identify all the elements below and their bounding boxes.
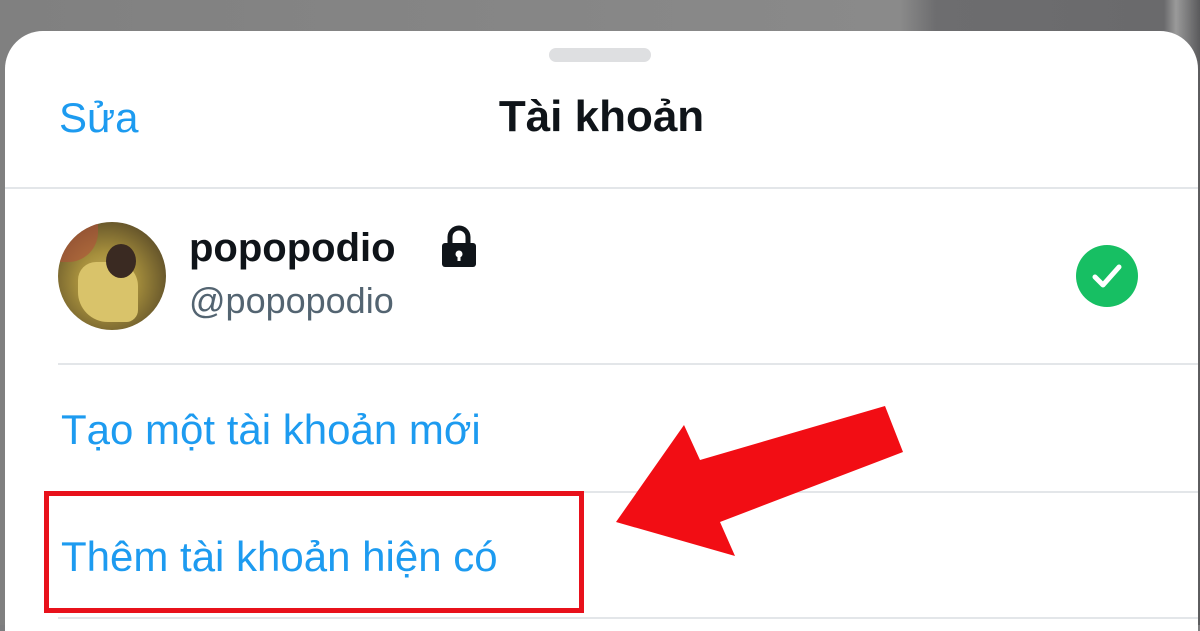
- account-handle: @popopodio: [189, 280, 394, 321]
- checkmark-circle-icon: [1076, 245, 1138, 307]
- sheet-title: Tài khoản: [498, 92, 705, 141]
- annotation-arrow-icon: [616, 406, 903, 556]
- sheet-header: Sửa Tài khoản: [5, 31, 1198, 189]
- avatar: [58, 222, 166, 330]
- account-row[interactable]: popopodio @popopodio: [5, 189, 1198, 363]
- account-display-name: popopodio: [189, 226, 396, 270]
- lock-icon: [442, 225, 476, 267]
- create-account-link[interactable]: Tạo một tài khoản mới: [61, 409, 481, 451]
- annotation-highlight-box: [44, 491, 584, 613]
- divider: [58, 363, 1198, 365]
- divider: [58, 617, 1198, 619]
